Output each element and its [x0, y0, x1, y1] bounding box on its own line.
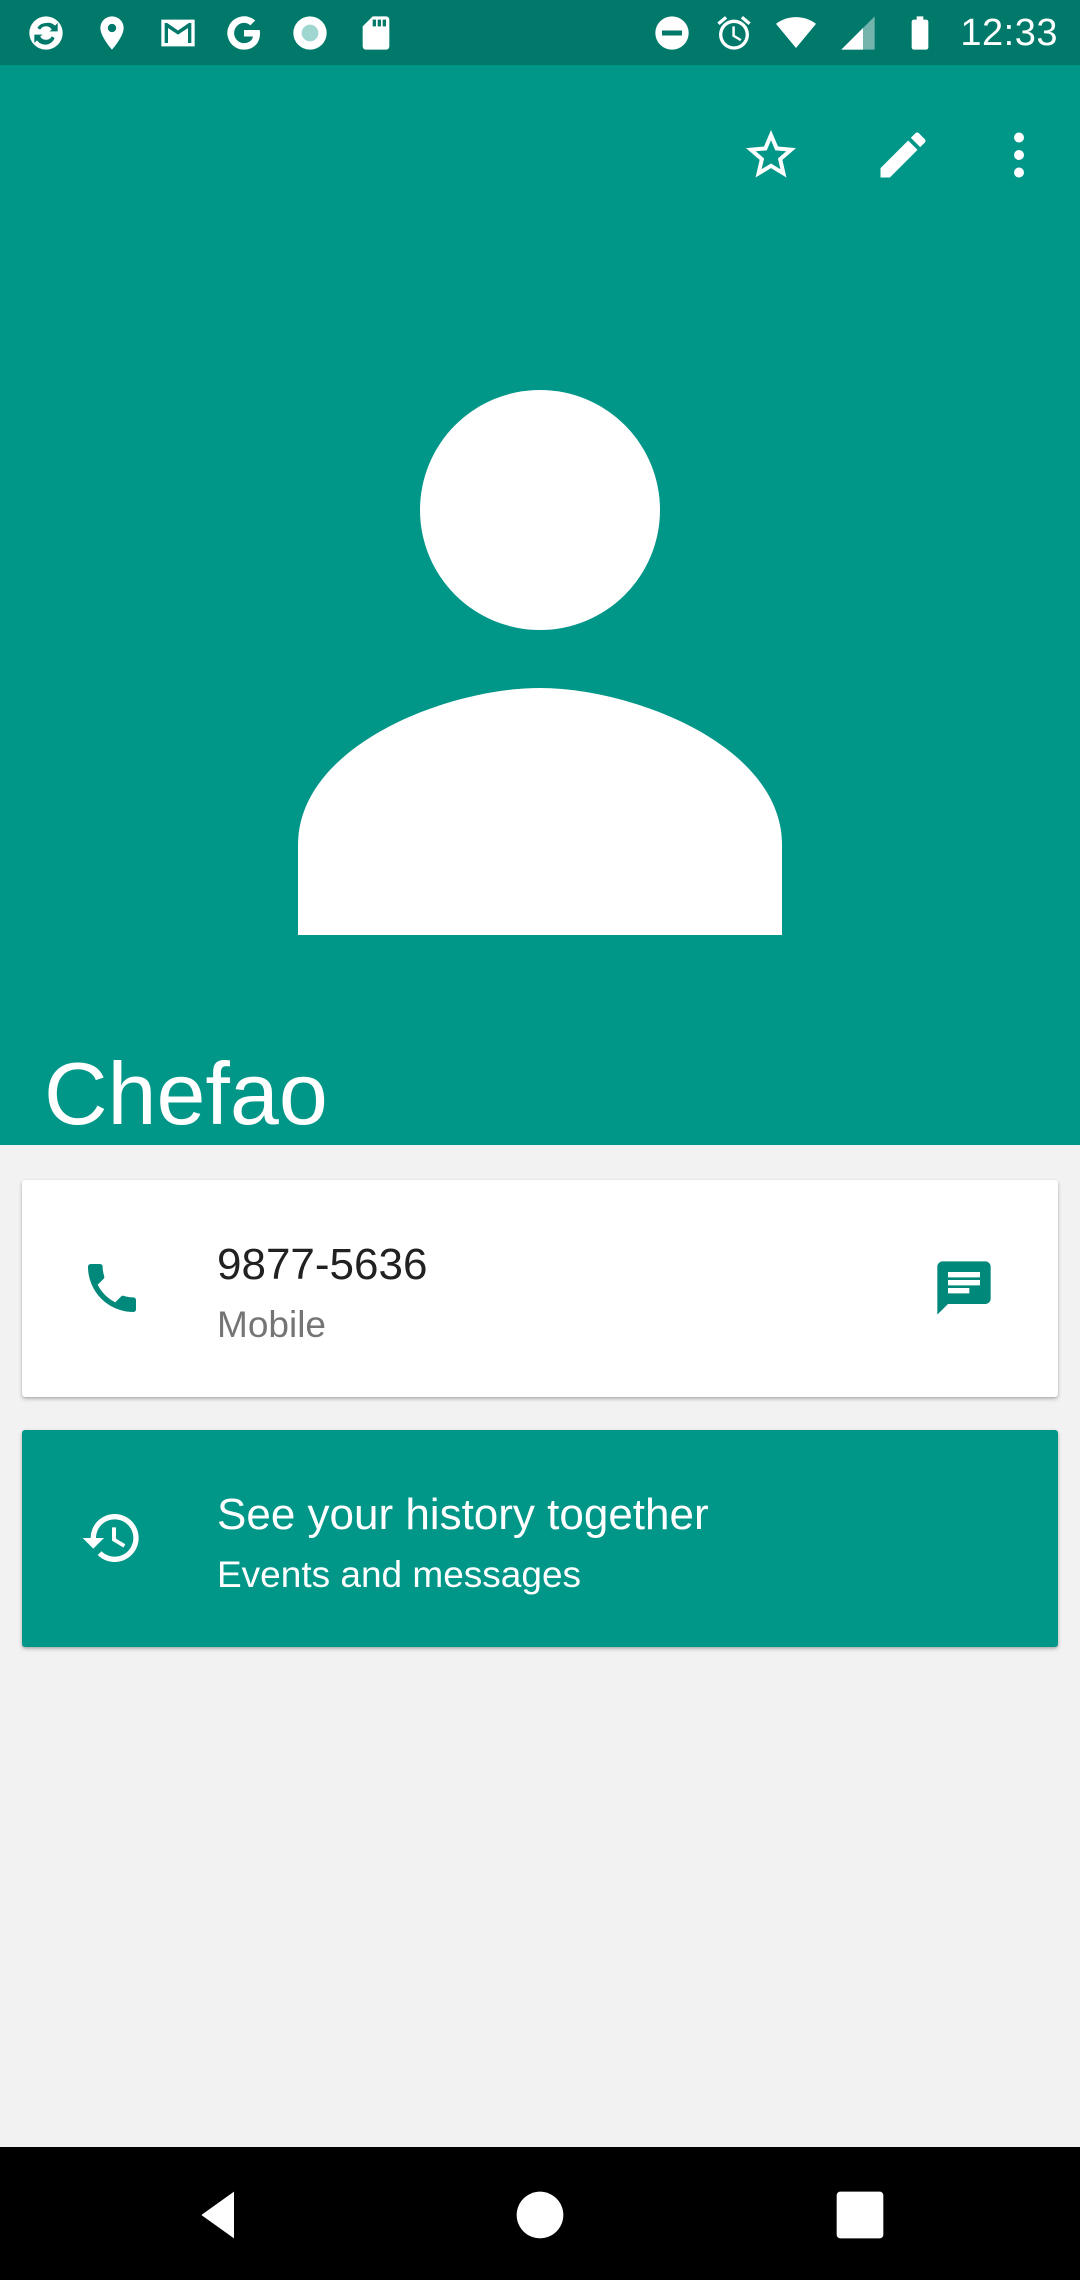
sync-icon [24, 11, 68, 55]
clock-time: 12:33 [960, 11, 1058, 54]
back-button[interactable] [178, 2173, 262, 2257]
phone-icon [80, 1256, 144, 1320]
phone-type: Mobile [217, 1304, 326, 1345]
location-icon [90, 11, 134, 55]
google-icon [222, 11, 266, 55]
contact-avatar [298, 390, 782, 935]
home-icon [516, 2191, 564, 2239]
person-placeholder-icon [298, 390, 782, 935]
home-button[interactable] [498, 2173, 582, 2257]
history-subtitle: Events and messages [217, 1554, 582, 1595]
phone-card[interactable]: 9877-5636 Mobile [22, 1180, 1058, 1397]
gmail-icon [156, 11, 200, 55]
more-vert-icon [1014, 132, 1024, 178]
favorite-button[interactable] [723, 107, 819, 203]
signal-icon [836, 11, 880, 55]
recents-button[interactable] [818, 2173, 902, 2257]
alarm-icon [712, 11, 756, 55]
more-options-button[interactable] [971, 107, 1067, 203]
history-icon [80, 1506, 144, 1570]
send-message-button[interactable] [922, 1246, 1006, 1330]
status-right-icons: 12:33 [650, 8, 1058, 58]
edit-icon [880, 132, 926, 178]
radio-icon [288, 11, 332, 55]
wifi-icon [774, 11, 818, 55]
history-title: See your history together [217, 1490, 709, 1539]
sd-card-icon [354, 11, 398, 55]
do-not-disturb-icon [650, 11, 694, 55]
status-left-icons [24, 8, 398, 58]
back-icon [201, 2191, 234, 2239]
contact-header: Chefao [0, 65, 1080, 1145]
contact-name: Chefao [44, 1044, 328, 1143]
navigation-bar [0, 2147, 1080, 2280]
phone-number[interactable]: 9877-5636 [217, 1240, 427, 1290]
star-icon [746, 130, 796, 178]
edit-button[interactable] [855, 107, 951, 203]
message-icon [937, 1261, 991, 1315]
recents-icon [836, 2191, 884, 2239]
history-card[interactable]: See your history together Events and mes… [22, 1430, 1058, 1647]
battery-icon [898, 11, 942, 55]
status-bar: 12:33 [0, 0, 1080, 65]
